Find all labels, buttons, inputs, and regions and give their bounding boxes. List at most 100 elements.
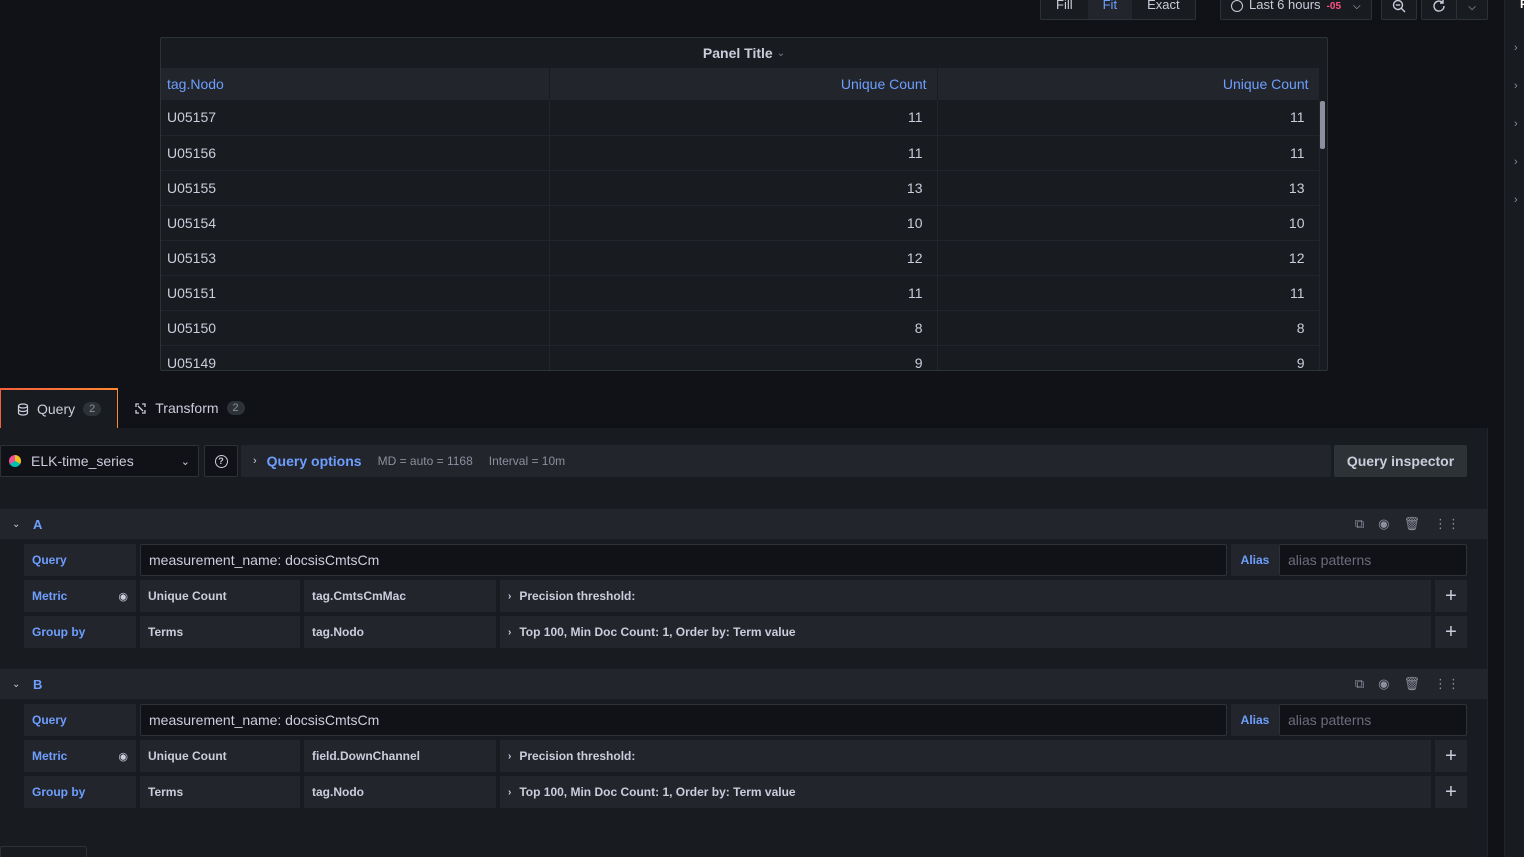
zoom-out-icon [1392,0,1406,13]
metric-label-text: Metric [32,589,68,603]
table-row: U05151 11 11 [161,275,1320,311]
metric-settings-text: Precision threshold: [519,749,636,763]
query-ref-id[interactable]: A [33,517,42,532]
cell-count-a: 10 [549,205,938,241]
query-ref-id[interactable]: B [33,677,42,692]
alias-input[interactable]: alias patterns [1279,544,1467,576]
drag-handle-icon[interactable]: ⋮⋮ [1434,516,1460,532]
query-row-header-b[interactable]: ⌄ B ⧉ ◉ 🗑 ⋮⋮ [0,669,1488,699]
chevron-right-icon[interactable]: › [1514,156,1518,168]
refresh-interval-dropdown[interactable]: ⌵ [1456,0,1488,20]
cell-count-a: 11 [549,135,938,171]
add-query-button[interactable] [0,846,87,857]
column-header-unique-count-b[interactable]: Unique Count [937,68,1320,100]
metric-field-select[interactable]: tag.CmtsCmMac [304,580,496,612]
trash-icon[interactable]: 🗑 [1403,516,1420,532]
duplicate-icon[interactable]: ⧉ [1355,516,1364,532]
metric-label: Metric ◉ [24,740,136,772]
cell-count-a: 12 [549,240,938,276]
query-row-header-a[interactable]: ⌄ A ⧉ ◉ 🗑 ⋮⋮ [0,509,1488,539]
chevron-down-icon[interactable]: ⌄ [12,519,20,530]
metric-type-select[interactable]: Unique Count [140,580,300,612]
clock-icon [1231,0,1243,12]
eye-icon[interactable]: ◉ [1378,676,1389,692]
alias-label: Alias [1231,704,1279,736]
trash-icon[interactable]: 🗑 [1403,676,1420,692]
query-input[interactable]: measurement_name: docsisCmtsCm [140,704,1227,736]
tab-query[interactable]: Query 2 [0,388,119,428]
group-field-select[interactable]: tag.Nodo [304,776,496,808]
add-group-by-button[interactable]: + [1435,776,1467,808]
group-type-select[interactable]: Terms [140,776,300,808]
cell-count-a: 11 [549,100,938,136]
zoom-fit-button[interactable]: Fit [1087,0,1133,19]
zoom-mode-group: Fill Fit Exact [1040,0,1196,20]
cell-node: U05151 [161,275,550,311]
refresh-button[interactable] [1421,0,1457,20]
help-icon: ? [214,454,228,468]
time-range-picker[interactable]: Last 6 hours -05 ⌵ [1220,0,1372,20]
zoom-out-button[interactable] [1381,0,1417,20]
metric-settings[interactable]: › Precision threshold: [500,580,1431,612]
query-label: Query [24,704,136,736]
eye-icon[interactable]: ◉ [1378,516,1389,532]
chevron-right-icon[interactable]: › [1514,118,1518,130]
panel-header[interactable]: Panel Title ⌄ [161,38,1327,68]
query-inspector-button[interactable]: Query inspector [1334,445,1467,477]
chevron-right-icon[interactable]: › [1514,42,1518,54]
zoom-fill-button[interactable]: Fill [1041,0,1088,19]
table-panel: Panel Title ⌄ tag.Nodo Unique Count Uniq… [160,37,1328,371]
metric-label-text: Metric [32,749,68,763]
query-options-bar[interactable]: › Query options MD = auto = 1168 Interva… [241,445,1331,477]
timezone-label: -05 [1326,1,1341,12]
duplicate-icon[interactable]: ⧉ [1355,676,1364,692]
group-by-label: Group by [24,776,136,808]
chevron-right-icon[interactable]: › [1514,80,1518,92]
chevron-right-icon[interactable]: › [1514,194,1518,206]
metric-type-select[interactable]: Unique Count [140,740,300,772]
sidebar-letter: F [1520,0,1524,11]
add-group-by-button[interactable]: + [1435,616,1467,648]
tab-transform-count: 2 [226,401,245,415]
cell-count-b: 10 [937,205,1320,241]
time-range-label: Last 6 hours [1249,0,1321,12]
table-row: U05150 8 8 [161,310,1320,346]
group-field-select[interactable]: tag.Nodo [304,616,496,648]
add-metric-button[interactable]: + [1435,740,1467,772]
elasticsearch-icon [9,455,21,467]
datasource-picker[interactable]: ELK-time_series ⌄ [0,445,199,477]
drag-handle-icon[interactable]: ⋮⋮ [1434,676,1460,692]
chevron-right-icon: › [508,626,512,638]
tab-transform[interactable]: Transform 2 [118,388,260,428]
group-settings-text: Top 100, Min Doc Count: 1, Order by: Ter… [519,785,796,799]
metric-settings[interactable]: › Precision threshold: [500,740,1431,772]
group-settings[interactable]: › Top 100, Min Doc Count: 1, Order by: Te… [500,616,1431,648]
options-sidebar-strip: F › › › › › [1504,0,1524,857]
column-header-unique-count-a[interactable]: Unique Count [549,68,938,100]
group-settings[interactable]: › Top 100, Min Doc Count: 1, Order by: Te… [500,776,1431,808]
metric-field-select[interactable]: field.DownChannel [304,740,496,772]
eye-icon[interactable]: ◉ [118,750,128,763]
chevron-down-icon[interactable]: ⌄ [12,679,20,690]
cell-count-b: 9 [937,345,1320,370]
metric-label: Metric ◉ [24,580,136,612]
chevron-down-icon: ⌵ [1353,1,1361,12]
query-input[interactable]: measurement_name: docsisCmtsCm [140,544,1227,576]
table-scrollbar[interactable] [1320,101,1325,149]
query-editor-area: ELK-time_series ⌄ ? › Query options MD =… [0,428,1488,857]
group-by-label: Group by [24,616,136,648]
column-header-node[interactable]: tag.Nodo [161,68,550,100]
eye-icon[interactable]: ◉ [118,590,128,603]
chevron-right-icon: › [508,750,512,762]
add-metric-button[interactable]: + [1435,580,1467,612]
alias-input[interactable]: alias patterns [1279,704,1467,736]
cell-count-a: 11 [549,275,938,311]
datasource-help-button[interactable]: ? [204,445,238,477]
chevron-right-icon: › [508,786,512,798]
zoom-exact-button[interactable]: Exact [1132,0,1195,19]
cell-count-b: 11 [937,100,1320,136]
tab-query-label: Query [37,401,76,417]
group-type-select[interactable]: Terms [140,616,300,648]
table-row: U05154 10 10 [161,205,1320,241]
refresh-icon [1433,0,1445,12]
